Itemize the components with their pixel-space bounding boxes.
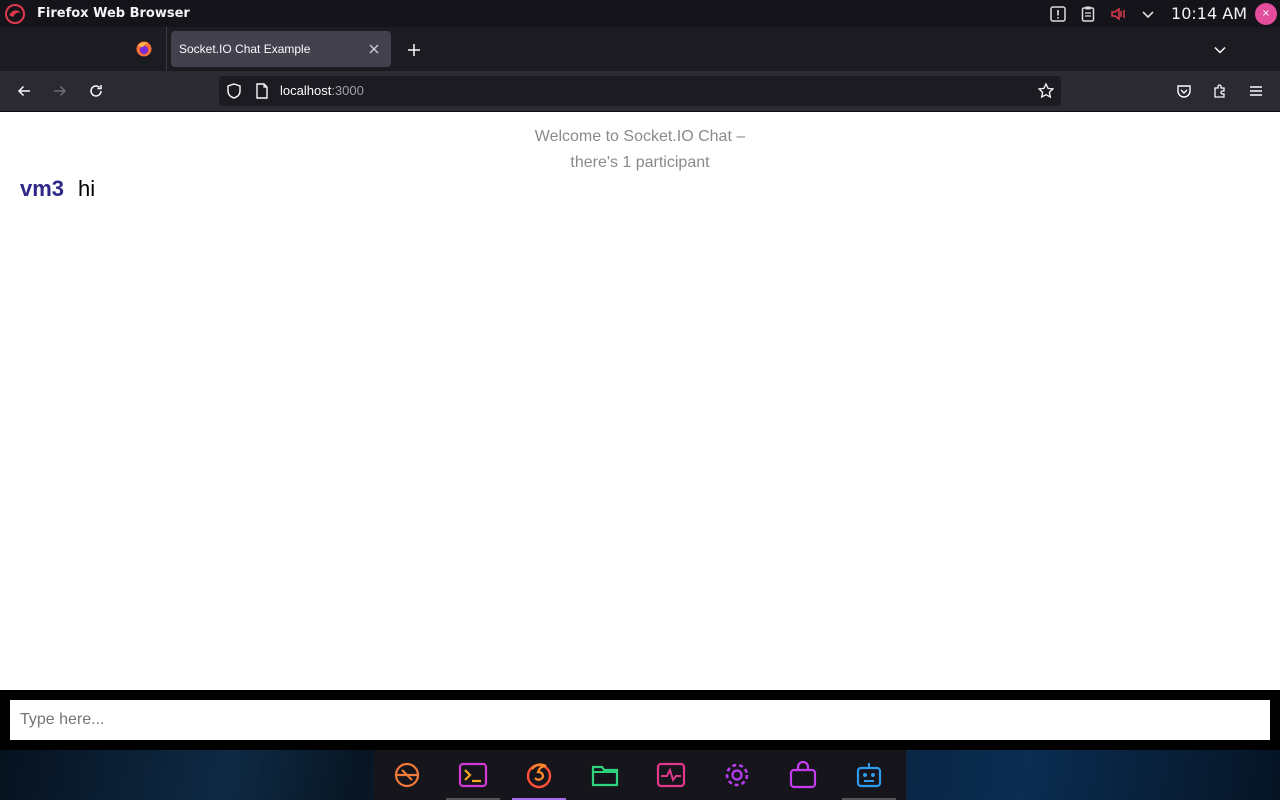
dock-item-system-monitor[interactable] <box>638 750 704 800</box>
tab-strip: Socket.IO Chat Example <box>0 27 1280 71</box>
tracking-protection-shield-icon[interactable] <box>225 82 243 100</box>
back-arrow-icon[interactable] <box>12 79 36 103</box>
tab-separator <box>166 27 167 71</box>
active-app-title[interactable]: Firefox Web Browser <box>37 6 190 21</box>
reload-icon[interactable] <box>84 79 108 103</box>
message-body: hi <box>78 176 96 201</box>
firefox-icon <box>526 763 552 789</box>
dock-item-software-store[interactable] <box>770 750 836 800</box>
url-port: :3000 <box>331 83 364 98</box>
participants-line: there's 1 participant <box>570 154 710 171</box>
tab-close-icon[interactable] <box>365 40 383 58</box>
system-monitor-icon <box>656 762 686 788</box>
dock-item-files[interactable] <box>572 750 638 800</box>
url-bar[interactable]: localhost:3000 <box>219 76 1061 106</box>
system-tray: 10:14 AM × <box>1047 0 1280 27</box>
volume-muted-icon[interactable] <box>1107 3 1129 25</box>
files-icon <box>591 765 619 787</box>
chat-page: Welcome to Socket.IO Chat – there's 1 pa… <box>0 112 1280 690</box>
firefox-view-icon[interactable] <box>128 33 160 65</box>
url-host: localhost <box>280 83 332 98</box>
navigation-toolbar: localhost:3000 <box>0 71 1280 112</box>
chat-message: vm3 hi <box>20 176 95 202</box>
robot-app-icon <box>856 763 882 788</box>
welcome-line: Welcome to Socket.IO Chat – <box>534 128 746 145</box>
new-tab-plus-icon[interactable] <box>402 38 426 62</box>
dock-item-terminal[interactable] <box>440 750 506 800</box>
message-username: vm3 <box>20 176 65 201</box>
list-all-tabs-chevron-icon[interactable] <box>1208 38 1232 62</box>
software-store-icon <box>789 760 817 789</box>
extensions-puzzle-icon[interactable] <box>1208 79 1232 103</box>
hamburger-menu-icon[interactable] <box>1244 79 1268 103</box>
notification-alert-icon[interactable] <box>1047 3 1069 25</box>
tab-socketio-chat[interactable]: Socket.IO Chat Example <box>171 31 391 67</box>
terminal-icon <box>458 762 488 788</box>
url-text[interactable]: localhost:3000 <box>280 83 364 98</box>
welcome-log: Welcome to Socket.IO Chat – there's 1 pa… <box>0 124 1280 176</box>
distro-logo-icon[interactable] <box>2 1 28 27</box>
bookmark-star-icon[interactable] <box>1037 82 1055 100</box>
app-launcher-icon <box>394 762 420 788</box>
settings-icon <box>725 763 749 787</box>
clock[interactable]: 10:14 AM <box>1171 4 1247 23</box>
system-menu-chevron-icon[interactable] <box>1137 3 1159 25</box>
dock-item-firefox[interactable] <box>506 750 572 800</box>
user-avatar[interactable]: × <box>1255 2 1277 25</box>
dock-item-app-launcher[interactable] <box>374 750 440 800</box>
system-top-bar: Firefox Web Browser 10:14 AM × <box>0 0 1280 27</box>
message-composer <box>0 690 1280 750</box>
tab-title: Socket.IO Chat Example <box>179 42 311 56</box>
pocket-icon[interactable] <box>1172 79 1196 103</box>
dock-item-robot-app[interactable] <box>836 750 902 800</box>
page-info-icon[interactable] <box>253 82 271 100</box>
message-input[interactable] <box>10 700 1270 740</box>
clipboard-icon[interactable] <box>1077 3 1099 25</box>
dock-item-settings[interactable] <box>704 750 770 800</box>
dock <box>374 750 906 800</box>
forward-arrow-icon[interactable] <box>48 79 72 103</box>
